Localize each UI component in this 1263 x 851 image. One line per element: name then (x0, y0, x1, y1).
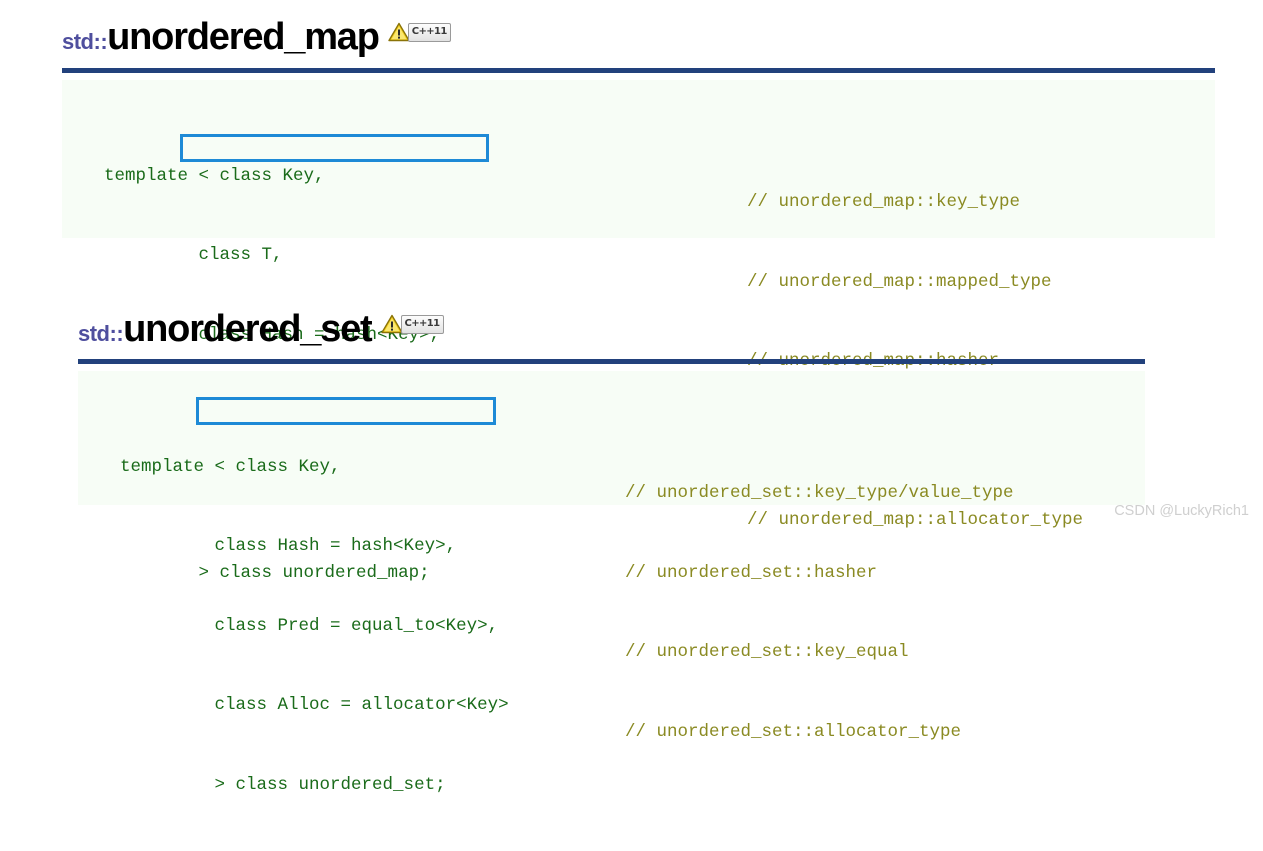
code-line: template < class Key, // unordered_set::… (78, 427, 1145, 504)
cpp11-badge-group: C++11 (388, 22, 451, 42)
code-line: class Pred = equal_to<Key>, // unordered… (78, 586, 1145, 663)
code-comment: // unordered_set::allocator_type (625, 721, 962, 742)
code-signature: template < class Key, (120, 456, 341, 477)
code-line: class Alloc = allocator<Key> // unordere… (78, 666, 1145, 742)
code-comment: // unordered_set::hasher (625, 562, 878, 583)
code-signature: class Pred = equal_to<Key>, (120, 615, 499, 636)
code-signature: class Hash = hash<Key>, (120, 536, 457, 556)
warning-triangle-icon (380, 314, 403, 334)
code-signature: template < class Key, (104, 165, 325, 186)
code-comment: // unordered_set::key_equal (625, 642, 909, 662)
section-rule-set (78, 359, 1145, 364)
cpp11-badge-label: C++11 (407, 22, 451, 42)
code-line: class Hash = hash<Key>, // unordered_set… (78, 507, 1145, 583)
code-comment: // unordered_set::key_type/value_type (625, 483, 1014, 503)
code-block-unordered-map: template < class Key, // unordered_map::… (62, 80, 1215, 583)
section-rule-map (62, 68, 1215, 73)
code-signature: class Alloc = allocator<Key> (120, 695, 509, 715)
code-signature: > class unordered_map; (104, 563, 430, 583)
watermark: CSDN @LuckyRich1 (1114, 503, 1249, 519)
code-comment: // unordered_map::key_type (747, 192, 1021, 212)
cpp11-badge-label: C++11 (400, 314, 444, 334)
code-signature: > class unordered_set; (120, 774, 446, 795)
code-line: class T, // unordered_map::mapped_type (62, 216, 1215, 292)
section-title-unordered-map: std:: unordered_map C++11 (62, 18, 451, 56)
code-comment: // unordered_map::mapped_type (747, 271, 1052, 292)
page-title: unordered_set (123, 308, 373, 350)
code-signature: class T, (104, 245, 283, 265)
page-title: unordered_map (107, 16, 380, 58)
namespace-prefix: std:: (62, 29, 108, 54)
code-block-unordered-set: template < class Key, // unordered_set::… (78, 371, 1145, 795)
section-title-unordered-set: std:: unordered_set C++11 (78, 310, 444, 348)
cpp11-badge-group: C++11 (380, 314, 444, 334)
code-line: > class unordered_set; (78, 745, 1145, 795)
namespace-prefix: std:: (78, 321, 124, 346)
warning-triangle-icon (388, 22, 410, 42)
code-line: template < class Key, // unordered_map::… (62, 136, 1215, 213)
